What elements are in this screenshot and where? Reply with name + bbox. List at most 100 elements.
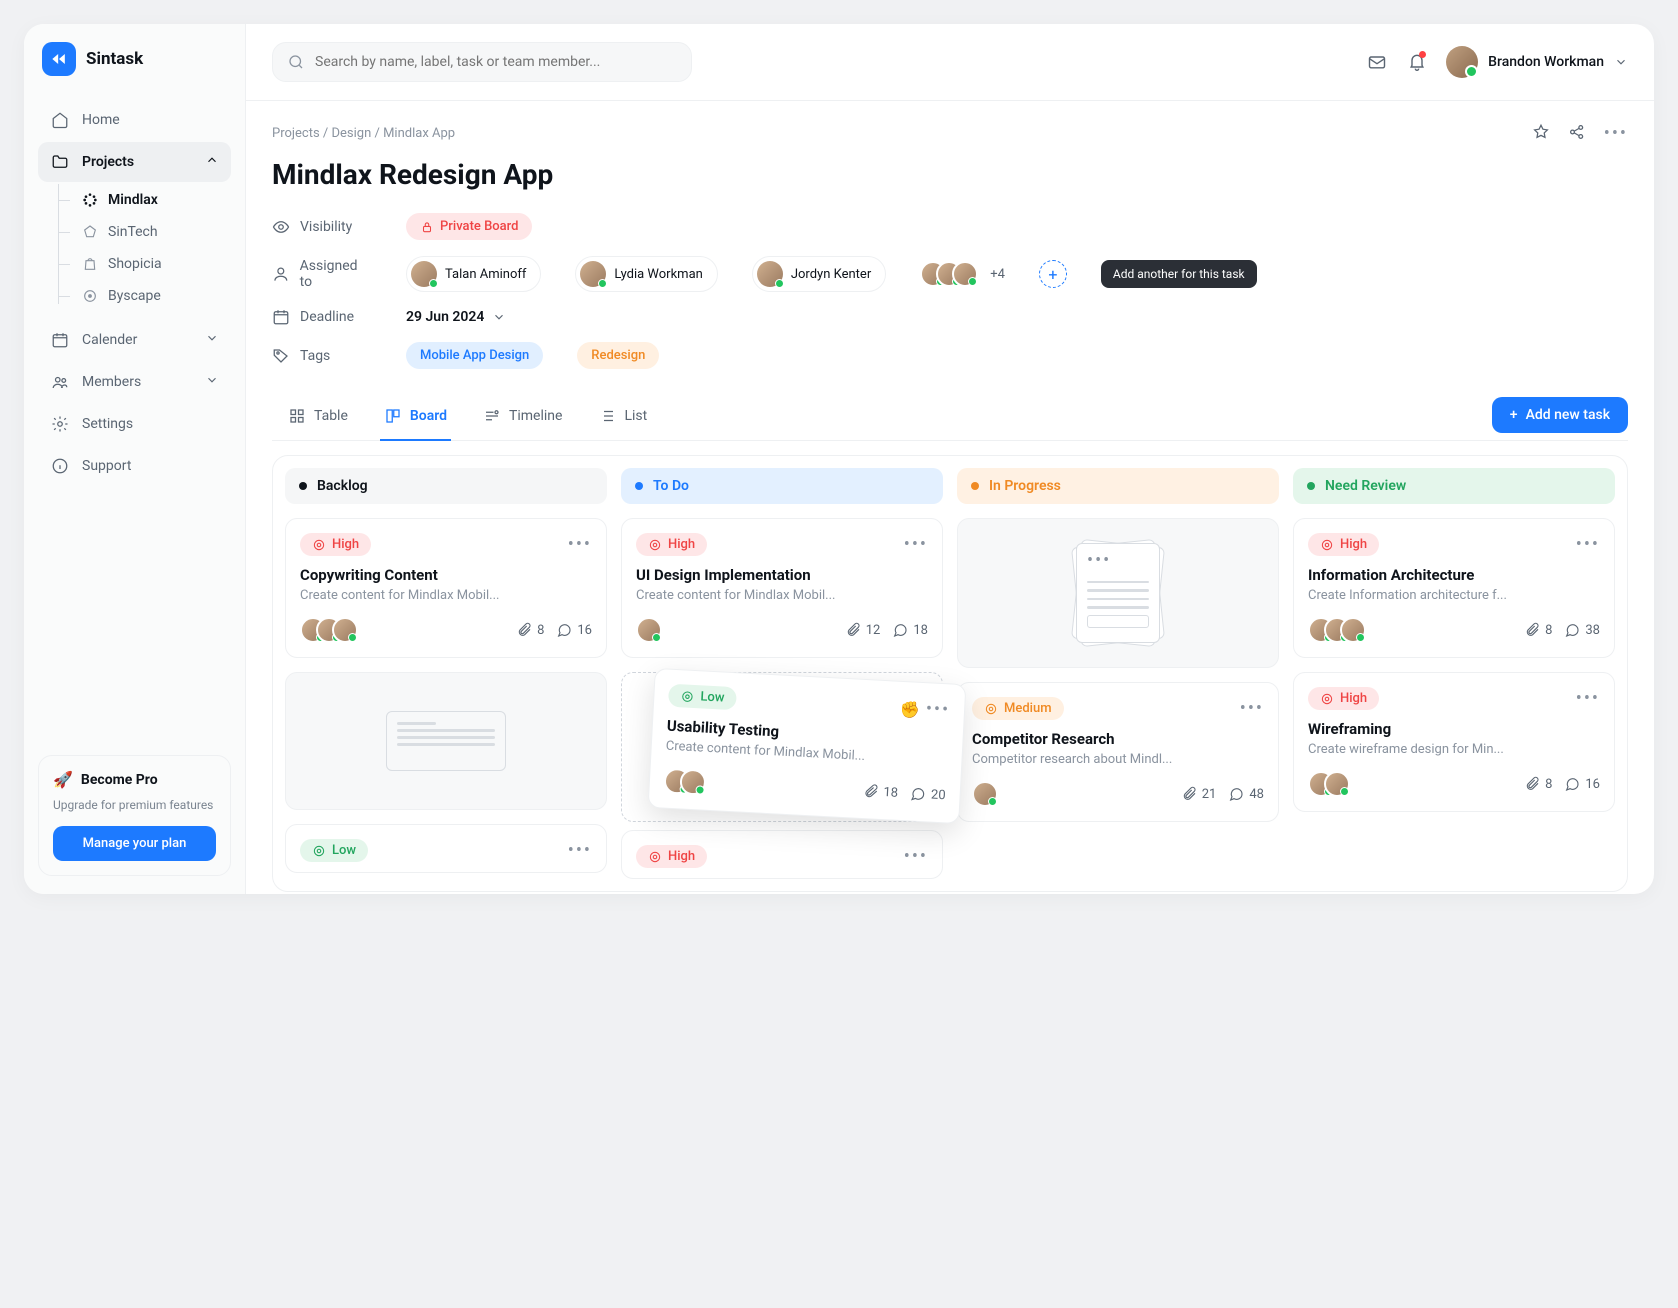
- card-assignees[interactable]: [1308, 617, 1366, 643]
- nav-label: Settings: [82, 416, 133, 432]
- task-card-dragging[interactable]: ✊ Low••• Usability Testing Create conten…: [648, 668, 967, 824]
- search-input[interactable]: [315, 54, 677, 70]
- column-header[interactable]: In Progress: [957, 468, 1279, 504]
- add-assignee-button[interactable]: +: [1039, 260, 1067, 288]
- share-icon[interactable]: [1568, 123, 1586, 141]
- bag-icon: [82, 256, 98, 272]
- view-tabs: Table Board Timeline List +Add new task: [272, 393, 1628, 441]
- deadline-label: Deadline: [272, 308, 372, 326]
- task-card[interactable]: High••• Information Architecture Create …: [1293, 518, 1615, 658]
- deadline-value[interactable]: 29 Jun 2024: [406, 309, 506, 325]
- nav-settings[interactable]: Settings: [38, 404, 231, 444]
- priority-badge: High: [636, 533, 707, 556]
- inbox-button[interactable]: [1366, 51, 1388, 73]
- mail-icon: [1367, 52, 1387, 72]
- notifications-button[interactable]: [1406, 51, 1428, 73]
- search-box[interactable]: [272, 42, 692, 82]
- card-more-icon[interactable]: •••: [904, 534, 928, 555]
- task-card[interactable]: High••• Wireframing Create wireframe des…: [1293, 672, 1615, 812]
- visibility-badge[interactable]: Private Board: [406, 213, 532, 240]
- breadcrumb[interactable]: Projects / Design / Mindlax App: [272, 126, 455, 141]
- nav-projects[interactable]: Projects: [38, 142, 231, 182]
- card-assignees[interactable]: [636, 617, 662, 643]
- user-icon: [272, 265, 290, 283]
- user-menu[interactable]: Brandon Workman: [1446, 46, 1628, 78]
- breadcrumb-row: Projects / Design / Mindlax App •••: [272, 123, 1628, 144]
- column-header[interactable]: Need Review: [1293, 468, 1615, 504]
- assignee-chip[interactable]: Lydia Workman: [575, 256, 717, 292]
- column-review: Need Review High••• Information Architec…: [1293, 468, 1615, 879]
- paperclip-icon: [516, 622, 532, 638]
- placeholder-card[interactable]: •••: [957, 518, 1279, 668]
- card-more-icon[interactable]: •••: [568, 534, 592, 555]
- comment-count: 16: [556, 622, 592, 638]
- sidebar-item-mindlax[interactable]: Mindlax: [60, 184, 231, 216]
- tag-chip[interactable]: Mobile App Design: [406, 342, 543, 369]
- card-more-icon[interactable]: •••: [1240, 698, 1264, 719]
- task-card[interactable]: High••• Copywriting Content Create conte…: [285, 518, 607, 658]
- star-icon[interactable]: [1532, 123, 1550, 141]
- card-more-icon[interactable]: •••: [568, 840, 592, 861]
- tag-chip[interactable]: Redesign: [577, 342, 659, 369]
- eye-icon: [272, 218, 290, 236]
- more-icon[interactable]: •••: [1604, 123, 1628, 144]
- column-header[interactable]: Backlog: [285, 468, 607, 504]
- nav-calendar[interactable]: Calender: [38, 320, 231, 360]
- target-icon: [648, 538, 662, 552]
- assignee-chip[interactable]: Talan Aminoff: [406, 256, 541, 292]
- sidebar-item-shopicia[interactable]: Shopicia: [60, 248, 231, 280]
- topbar: Brandon Workman: [246, 24, 1654, 101]
- chat-icon: [1228, 786, 1244, 802]
- paperclip-icon: [1524, 622, 1540, 638]
- card-assignees[interactable]: [663, 768, 706, 796]
- card-title: Information Architecture: [1308, 566, 1600, 584]
- nav-home[interactable]: Home: [38, 100, 231, 140]
- task-card[interactable]: Medium••• Competitor Research Competitor…: [957, 682, 1279, 822]
- projects-subnav: Mindlax SinTech Shopicia Byscape: [38, 184, 231, 312]
- column-header[interactable]: To Do: [621, 468, 943, 504]
- sidebar-item-sintech[interactable]: SinTech: [60, 216, 231, 248]
- card-more-icon[interactable]: •••: [1576, 534, 1600, 555]
- nav-support[interactable]: Support: [38, 446, 231, 486]
- assignee-overflow-count: +4: [990, 267, 1005, 282]
- priority-badge: High: [1308, 687, 1379, 710]
- circle-dot-icon: [82, 288, 98, 304]
- assignee-overflow-stack[interactable]: [920, 261, 978, 287]
- task-card[interactable]: Low•••: [285, 824, 607, 873]
- attachment-count: 8: [516, 622, 544, 638]
- card-assignees[interactable]: [972, 781, 998, 807]
- card-more-icon[interactable]: •••: [925, 698, 950, 720]
- info-icon: [50, 456, 70, 476]
- paperclip-icon: [845, 622, 861, 638]
- home-icon: [50, 110, 70, 130]
- card-desc: Create content for Mindlax Mobil...: [636, 588, 928, 603]
- list-icon: [598, 407, 616, 425]
- task-card[interactable]: High••• UI Design Implementation Create …: [621, 518, 943, 658]
- content: Projects / Design / Mindlax App ••• Mind…: [246, 101, 1654, 894]
- pentagon-icon: [82, 224, 98, 240]
- tab-table[interactable]: Table: [284, 393, 352, 441]
- tab-list[interactable]: List: [594, 393, 651, 441]
- logo[interactable]: Sintask: [38, 42, 231, 76]
- nav-members[interactable]: Members: [38, 362, 231, 402]
- sidebar-item-byscape[interactable]: Byscape: [60, 280, 231, 312]
- user-name: Brandon Workman: [1488, 54, 1604, 70]
- card-assignees[interactable]: [300, 617, 358, 643]
- visibility-label: Visibility: [272, 218, 372, 236]
- tab-timeline[interactable]: Timeline: [479, 393, 566, 441]
- chevron-down-icon: [1614, 55, 1628, 69]
- placeholder-card[interactable]: [285, 672, 607, 810]
- card-assignees[interactable]: [1308, 771, 1350, 797]
- task-card[interactable]: High•••: [621, 830, 943, 879]
- assignee-chip[interactable]: Jordyn Kenter: [752, 256, 886, 292]
- card-more-icon[interactable]: •••: [1576, 688, 1600, 709]
- target-icon: [1320, 538, 1334, 552]
- card-more-icon[interactable]: •••: [904, 846, 928, 867]
- chat-icon: [556, 622, 572, 638]
- tab-board[interactable]: Board: [380, 393, 451, 441]
- calendar-icon: [50, 330, 70, 350]
- tags-row: Tags Mobile App Design Redesign: [272, 342, 1628, 369]
- manage-plan-button[interactable]: Manage your plan: [53, 826, 216, 861]
- timeline-icon: [483, 407, 501, 425]
- add-task-button[interactable]: +Add new task: [1492, 397, 1628, 433]
